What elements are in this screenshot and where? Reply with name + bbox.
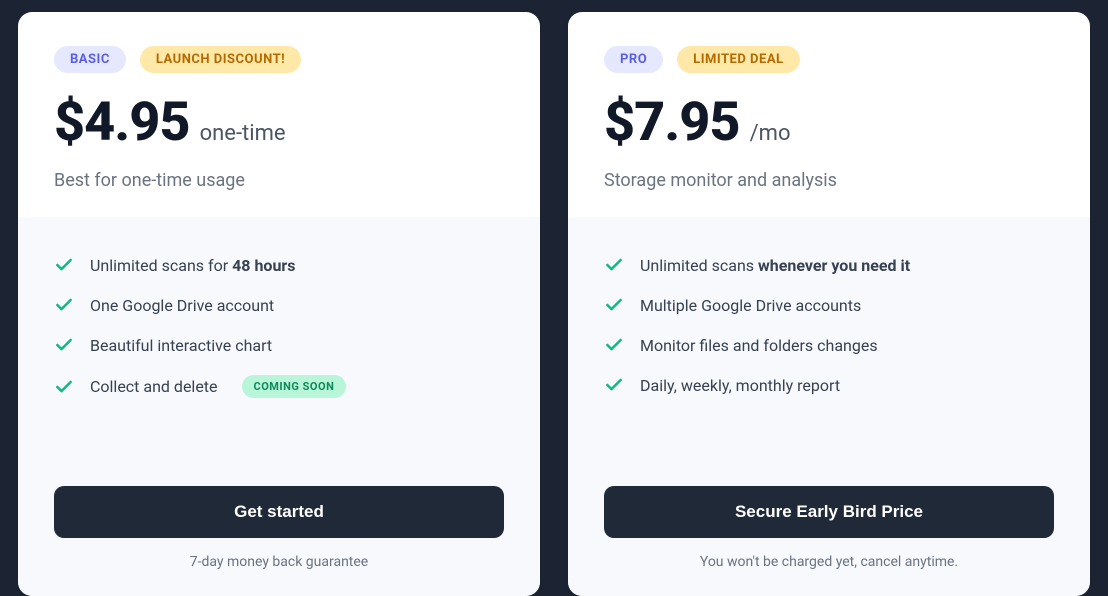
- feature-text: Multiple Google Drive accounts: [640, 296, 861, 315]
- check-icon: [54, 335, 74, 355]
- price-amount: $7.95: [604, 91, 740, 154]
- feature-item: Collect and delete COMING SOON: [54, 365, 504, 408]
- check-icon: [604, 375, 624, 395]
- feature-list: Unlimited scans for 48 hours One Google …: [18, 217, 540, 486]
- get-started-button[interactable]: Get started: [54, 486, 504, 538]
- feature-text: Collect and delete: [90, 377, 218, 396]
- feature-text: Beautiful interactive chart: [90, 336, 272, 355]
- pricing-card-pro: PRO LIMITED DEAL $7.95 /mo Storage monit…: [568, 12, 1090, 596]
- check-icon: [604, 255, 624, 275]
- footnote: You won't be charged yet, cancel anytime…: [604, 554, 1054, 570]
- feature-item: Beautiful interactive chart: [54, 325, 504, 365]
- feature-text: Unlimited scans for 48 hours: [90, 256, 295, 275]
- coming-soon-badge: COMING SOON: [242, 375, 347, 398]
- feature-item: Unlimited scans whenever you need it: [604, 245, 1054, 285]
- feature-item: Unlimited scans for 48 hours: [54, 245, 504, 285]
- badge-row: PRO LIMITED DEAL: [604, 46, 1054, 73]
- card-header: BASIC LAUNCH DISCOUNT! $4.95 one-time Be…: [18, 12, 540, 217]
- price-period: /mo: [750, 121, 791, 146]
- card-header: PRO LIMITED DEAL $7.95 /mo Storage monit…: [568, 12, 1090, 217]
- promo-badge: LAUNCH DISCOUNT!: [140, 46, 301, 73]
- price-row: $4.95 one-time: [54, 91, 504, 154]
- pricing-card-basic: BASIC LAUNCH DISCOUNT! $4.95 one-time Be…: [18, 12, 540, 596]
- feature-text: Unlimited scans whenever you need it: [640, 256, 910, 275]
- price-period: one-time: [200, 121, 286, 146]
- plan-description: Best for one-time usage: [54, 170, 504, 191]
- check-icon: [604, 335, 624, 355]
- card-footer: Secure Early Bird Price You won't be cha…: [568, 486, 1090, 596]
- plan-badge: BASIC: [54, 46, 126, 73]
- feature-text: Monitor files and folders changes: [640, 336, 878, 355]
- card-footer: Get started 7-day money back guarantee: [18, 486, 540, 596]
- feature-list: Unlimited scans whenever you need it Mul…: [568, 217, 1090, 486]
- badge-row: BASIC LAUNCH DISCOUNT!: [54, 46, 504, 73]
- secure-price-button[interactable]: Secure Early Bird Price: [604, 486, 1054, 538]
- price-amount: $4.95: [54, 91, 190, 154]
- footnote: 7-day money back guarantee: [54, 554, 504, 570]
- check-icon: [54, 255, 74, 275]
- check-icon: [604, 295, 624, 315]
- feature-text: Daily, weekly, monthly report: [640, 376, 840, 395]
- promo-badge: LIMITED DEAL: [677, 46, 799, 73]
- check-icon: [54, 377, 74, 397]
- price-row: $7.95 /mo: [604, 91, 1054, 154]
- check-icon: [54, 295, 74, 315]
- feature-text: One Google Drive account: [90, 296, 274, 315]
- feature-item: Multiple Google Drive accounts: [604, 285, 1054, 325]
- feature-item: Daily, weekly, monthly report: [604, 365, 1054, 405]
- feature-item: One Google Drive account: [54, 285, 504, 325]
- plan-description: Storage monitor and analysis: [604, 170, 1054, 191]
- feature-item: Monitor files and folders changes: [604, 325, 1054, 365]
- plan-badge: PRO: [604, 46, 663, 73]
